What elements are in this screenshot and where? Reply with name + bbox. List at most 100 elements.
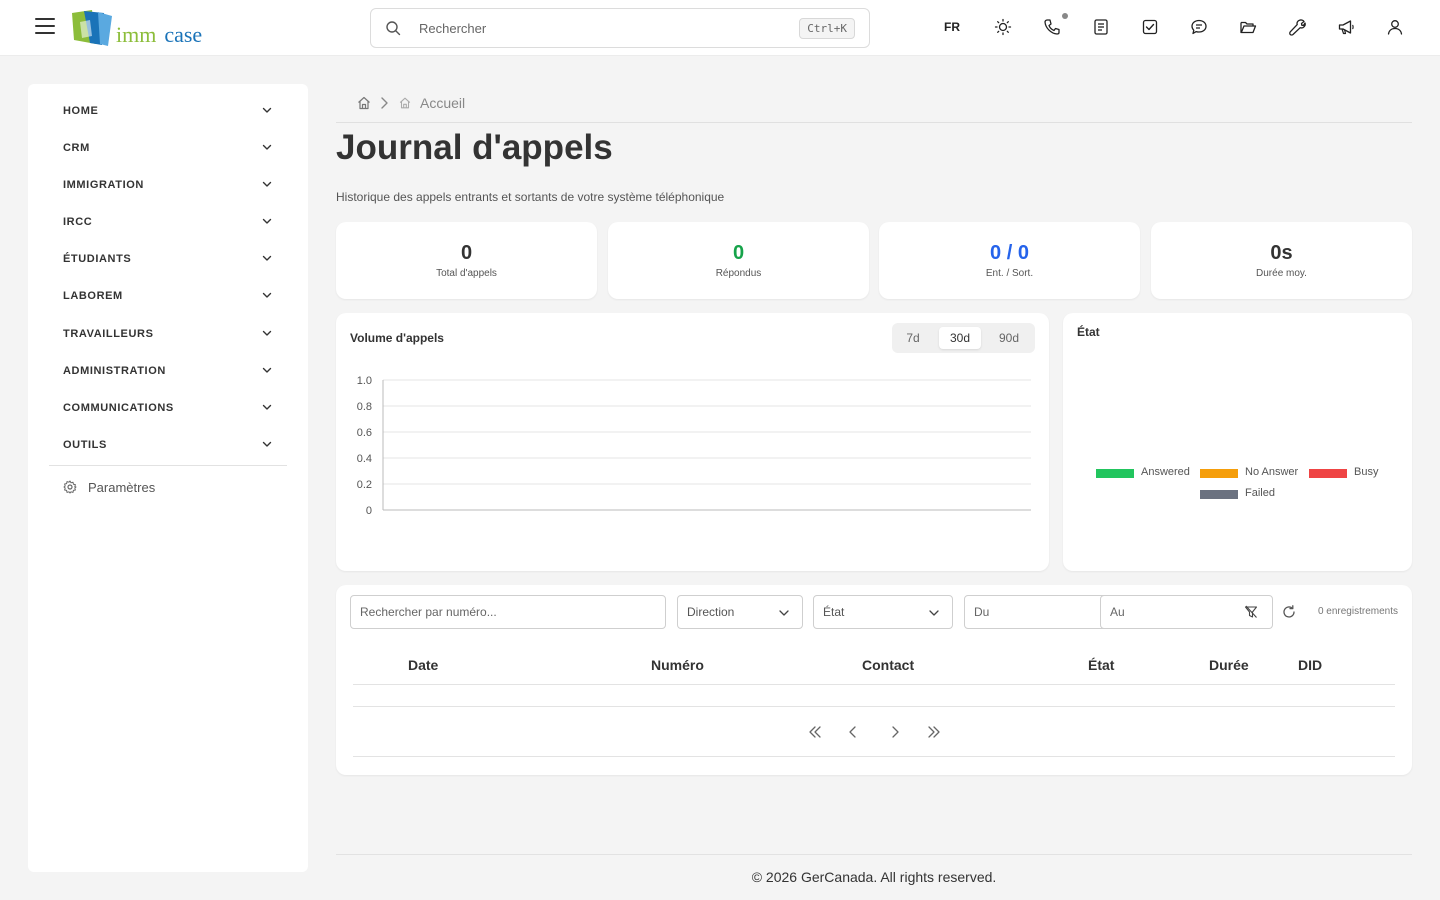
sidebar-item-outils[interactable]: OUTILS [63, 433, 273, 457]
sidebar-item-immigration[interactable]: IMMIGRATION [63, 173, 273, 197]
sidebar-item-laborem[interactable]: LABOREM [63, 284, 273, 308]
sidebar-item-communications[interactable]: COMMUNICATIONS [63, 396, 273, 420]
search-icon [386, 21, 401, 36]
sidebar-item-home[interactable]: HOME [63, 99, 273, 123]
number-search-field[interactable] [350, 595, 666, 629]
last-page-icon[interactable] [926, 725, 942, 739]
first-page-icon[interactable] [807, 725, 823, 739]
stat-label: Répondus [715, 268, 762, 279]
logo-text-imm: imm [116, 22, 157, 47]
tasks-icon[interactable] [1141, 18, 1161, 38]
tools-icon[interactable] [1288, 18, 1308, 38]
volume-chart-panel: Volume d'appels 7d 30d 90d 1.0 0.8 0.6 0.4 0… [336, 313, 1049, 571]
search-input[interactable] [419, 18, 779, 38]
sidebar-item-crm[interactable]: CRM [63, 136, 273, 160]
status-select[interactable]: État [813, 595, 953, 629]
y-tick-label: 0 [366, 505, 372, 517]
chevron-down-icon [262, 144, 272, 150]
stat-value: 0s [1270, 242, 1293, 264]
chevron-down-icon [262, 181, 272, 187]
search-box[interactable]: Ctrl+K [370, 8, 870, 48]
sidebar-item-label: LABOREM [63, 290, 123, 302]
status-panel: État Answered No Answer Busy Failed [1063, 313, 1412, 571]
gear-icon [63, 480, 77, 494]
next-page-icon[interactable] [889, 725, 901, 739]
clear-filter-icon[interactable] [1244, 605, 1258, 619]
stat-card-answered: 0 Répondus [608, 222, 869, 299]
logo[interactable]: imm case [70, 10, 210, 48]
menu-icon[interactable] [35, 18, 55, 36]
direction-select[interactable]: Direction [677, 595, 803, 629]
chevron-down-icon [262, 107, 272, 113]
y-tick-label: 0.8 [357, 401, 372, 413]
chevron-down-icon [262, 330, 272, 336]
theme-toggle-icon[interactable] [994, 18, 1014, 38]
status-select-value: État [823, 605, 845, 619]
user-icon[interactable] [1386, 18, 1406, 38]
previous-page-icon[interactable] [847, 725, 859, 739]
folder-icon[interactable] [1239, 18, 1259, 38]
legend-label: No Answer [1245, 466, 1299, 478]
language-switcher[interactable]: FR [944, 20, 960, 34]
sidebar-item-label: CRM [63, 142, 90, 154]
direction-select-value: Direction [687, 605, 735, 619]
chat-icon[interactable] [1190, 18, 1210, 38]
sidebar-item-administration[interactable]: ADMINISTRATION [63, 359, 273, 383]
notification-dot [1062, 13, 1068, 19]
y-tick-label: 1.0 [357, 375, 372, 387]
chevron-down-icon [779, 610, 789, 616]
chevron-down-icon [262, 292, 272, 298]
breadcrumb-current: Accueil [420, 95, 466, 111]
column-header-duree[interactable]: Durée [1209, 657, 1249, 673]
legend-label: Failed [1245, 487, 1275, 499]
footer-copyright: © 2026 GerCanada. All rights reserved. [751, 869, 997, 885]
column-header-did[interactable]: DID [1298, 657, 1322, 673]
stat-label: Ent. / Sort. [985, 268, 1034, 279]
number-search-input[interactable] [360, 604, 637, 620]
stat-value: 0 [460, 242, 473, 264]
chevron-down-icon [262, 218, 272, 224]
sidebar-item-label: ADMINISTRATION [63, 365, 166, 377]
notes-icon[interactable] [1092, 18, 1112, 38]
sidebar-item-label: TRAVAILLEURS [63, 328, 154, 340]
search-shortcut: Ctrl+K [799, 18, 855, 39]
sidebar-item-label: HOME [63, 105, 99, 117]
home-icon[interactable] [356, 95, 372, 111]
y-tick-label: 0.2 [357, 479, 372, 491]
sidebar-item-etudiants[interactable]: ÉTUDIANTS [63, 247, 273, 271]
date-to-input[interactable] [1110, 604, 1230, 620]
y-tick-label: 0.6 [357, 427, 372, 439]
sidebar-item-travailleurs[interactable]: TRAVAILLEURS [63, 322, 273, 346]
call-log-panel: Direction État 0 enregistrements Date Nu… [336, 585, 1412, 775]
stat-card-avg-duration: 0s Durée moy. [1151, 222, 1412, 299]
column-header-etat[interactable]: État [1088, 657, 1114, 673]
legend-swatch [1200, 469, 1238, 478]
range-90d[interactable]: 90d [992, 327, 1026, 349]
chevron-down-icon [262, 441, 272, 447]
column-header-date[interactable]: Date [408, 657, 438, 673]
date-to-field[interactable] [1100, 595, 1273, 629]
column-header-numero[interactable]: Numéro [651, 657, 704, 673]
sidebar-item-ircc[interactable]: IRCC [63, 210, 273, 234]
sidebar-item-parametres[interactable]: Paramètres [63, 477, 263, 499]
status-panel-title: État [1077, 325, 1100, 339]
stat-label: Total d'appels [436, 268, 497, 279]
stat-card-total: 0 Total d'appels [336, 222, 597, 299]
refresh-icon[interactable] [1282, 605, 1296, 619]
pagination-divider [353, 756, 1395, 757]
logo-text-case: case [164, 22, 203, 47]
page-subtitle: Historique des appels entrants et sortan… [336, 190, 725, 204]
legend-swatch [1200, 490, 1238, 499]
page-title: Journal d'appels [336, 128, 613, 167]
range-7d[interactable]: 7d [898, 327, 928, 349]
range-selector: 7d 30d 90d [892, 323, 1035, 353]
sidebar-item-label: ÉTUDIANTS [63, 253, 132, 265]
announcement-icon[interactable] [1337, 18, 1357, 38]
chevron-right-icon [381, 97, 388, 109]
phone-icon[interactable] [1043, 13, 1068, 38]
breadcrumb-divider [336, 122, 1412, 123]
column-header-contact[interactable]: Contact [862, 657, 914, 673]
volume-chart: 1.0 0.8 0.6 0.4 0.2 0 [357, 375, 1031, 517]
stat-card-in-out: 0 / 0 Ent. / Sort. [879, 222, 1140, 299]
range-30d[interactable]: 30d [939, 327, 981, 349]
